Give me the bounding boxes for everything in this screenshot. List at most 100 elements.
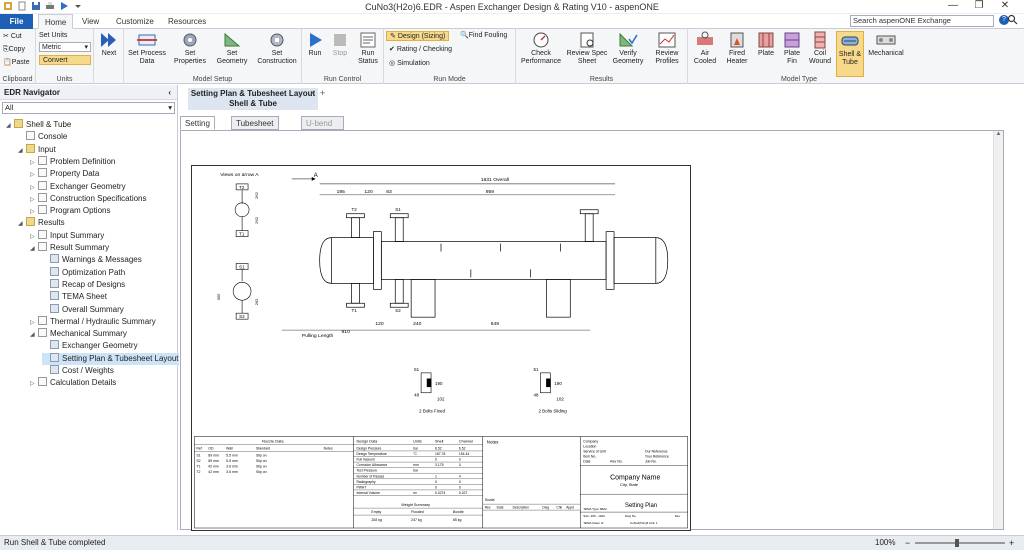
cut-button[interactable]: ✂ Cut — [3, 32, 22, 42]
review-profiles-button[interactable]: Review Profiles — [648, 31, 686, 66]
next-button[interactable]: Next — [96, 31, 122, 58]
ribbon-tabs: File Home View Customize Resources Searc… — [0, 14, 1024, 29]
rev-header: Chk — [556, 506, 562, 510]
collapsed-icon[interactable]: ▷ — [30, 206, 38, 218]
nav-item[interactable]: ◢ Input — [18, 143, 56, 157]
doc-tab-setting-plan[interactable]: Setting Plan & Tubesheet Layout Shell & … — [188, 88, 318, 110]
tab-u-bend-schedule[interactable]: U-bend Schedule — [301, 116, 345, 141]
plate-button[interactable]: Plate — [754, 31, 778, 58]
copy-button[interactable]: ⎘Copy — [3, 45, 25, 55]
rating-checking-button[interactable]: ✔ Rating / Checking — [386, 45, 452, 55]
next-icon — [101, 33, 116, 47]
check-performance-button[interactable]: Check Performance — [518, 31, 564, 66]
run-status-button[interactable]: Run Status — [354, 31, 382, 66]
zoom-slider[interactable] — [915, 539, 1005, 547]
nav-item[interactable]: ▷ Thermal / Hydraulic Summary — [30, 315, 156, 329]
doc-tab-line2: Shell & Tube — [229, 99, 277, 108]
paste-button[interactable]: 📋Paste — [3, 58, 30, 68]
convert-button[interactable]: Convert — [39, 55, 91, 65]
gear-icon — [183, 33, 197, 47]
tab-file[interactable]: File — [0, 14, 33, 29]
tab-view[interactable]: View — [76, 14, 105, 29]
close-icon[interactable]: ✕ — [992, 0, 1018, 11]
expanded-icon[interactable]: ◢ — [18, 145, 26, 157]
expanded-icon[interactable]: ◢ — [18, 218, 26, 230]
table-cell: Design Temperature — [356, 452, 386, 456]
nav-item[interactable]: Cost / Weights — [42, 365, 114, 377]
design-sizing-button[interactable]: ✎ Design (Sizing) — [386, 31, 450, 41]
nav-item[interactable]: Optimization Path — [42, 266, 125, 279]
collapsed-icon[interactable]: ▷ — [30, 317, 38, 329]
nav-item-label: Warnings & Messages — [62, 255, 142, 265]
nav-item[interactable]: TEMA Sheet — [42, 291, 107, 303]
nav-item[interactable]: Overall Summary — [42, 303, 124, 316]
zoom-slider-thumb[interactable] — [955, 539, 959, 547]
units-select[interactable]: Metric ▾ — [39, 42, 91, 52]
fired-heater-button[interactable]: Fired Heater — [722, 31, 752, 66]
nav-item[interactable]: ▷ Problem Definition — [30, 155, 115, 169]
add-tab-icon[interactable]: + — [320, 88, 325, 98]
vertical-scrollbar[interactable]: ▲ — [993, 131, 1003, 529]
expanded-icon[interactable]: ◢ — [6, 120, 14, 132]
nav-item[interactable]: ▷ Construction Specifications — [30, 192, 147, 206]
nav-item[interactable]: Warnings & Messages — [42, 254, 142, 266]
nav-item[interactable]: ◢ Shell & Tube — [6, 119, 71, 131]
restore-icon[interactable]: ❐ — [966, 0, 992, 11]
navigator-filter-select[interactable]: All ▾ — [2, 102, 175, 114]
minimize-icon[interactable]: — — [940, 0, 966, 11]
search-input[interactable]: Search aspenONE Exchange — [850, 15, 994, 27]
nav-item[interactable]: Recap of Designs — [42, 278, 125, 291]
nav-item[interactable]: Exchanger Geometry — [42, 340, 138, 352]
coil-wound-button[interactable]: Coil Wound — [806, 31, 834, 66]
zoom-out-icon[interactable]: − — [905, 536, 910, 550]
collapsed-icon[interactable]: ▷ — [30, 194, 38, 206]
tab-home[interactable]: Home — [38, 14, 74, 29]
collapsed-icon[interactable]: ▷ — [30, 378, 38, 390]
nav-item[interactable]: ▷ Input Summary — [30, 229, 104, 243]
table-cell: 0 — [459, 463, 461, 467]
find-fouling-button[interactable]: 🔍Find Fouling — [460, 31, 507, 41]
set-geometry-button[interactable]: Set Geometry — [212, 31, 252, 66]
nav-item[interactable]: ◢ Result Summary — [30, 242, 109, 254]
review-spec-sheet-button[interactable]: Review Spec Sheet — [566, 31, 608, 66]
air-cooled-button[interactable]: Air Cooled — [690, 31, 720, 66]
tab-customize[interactable]: Customize — [110, 14, 160, 29]
scroll-up-icon[interactable]: ▲ — [994, 131, 1003, 137]
collapse-panel-icon[interactable]: ‹ — [168, 85, 171, 100]
nav-item[interactable]: ◢ Mechanical Summary — [30, 328, 127, 340]
nav-item[interactable]: ▷ Property Data — [30, 168, 99, 180]
units-label: Units — [56, 76, 73, 83]
run-button[interactable]: Run — [304, 31, 326, 58]
collapsed-icon[interactable]: ▷ — [30, 231, 38, 243]
nav-item-label: Result Summary — [50, 243, 110, 252]
collapsed-icon[interactable]: ▷ — [30, 169, 38, 181]
shell-tube-button[interactable]: Shell & Tube — [836, 31, 864, 77]
mechanical-button[interactable]: Mechanical — [866, 31, 906, 58]
search-icon[interactable] — [1007, 14, 1018, 25]
set-process-data-button[interactable]: Set Process Data — [126, 31, 168, 66]
collapsed-icon[interactable]: ▷ — [30, 182, 38, 194]
set-properties-button[interactable]: Set Properties — [170, 31, 210, 66]
expanded-icon[interactable]: ◢ — [30, 243, 38, 255]
close-tab-icon[interactable]: × — [310, 88, 315, 98]
stop-button[interactable]: Stop — [328, 31, 352, 58]
page-icon — [38, 205, 47, 215]
nav-item[interactable]: Console — [18, 131, 67, 143]
tab-tubesheet-layout[interactable]: Tubesheet Layout — [231, 116, 279, 141]
coil-wound-label: Coil Wound — [808, 50, 832, 65]
nav-item[interactable]: ◢ Results — [18, 217, 65, 229]
weight-table-title: Weight Summary — [401, 503, 430, 507]
verify-geometry-button[interactable]: Verify Geometry — [610, 31, 646, 66]
nav-item[interactable]: Setting Plan & Tubesheet Layout — [42, 352, 179, 365]
nav-item[interactable]: ▷ Program Options — [30, 205, 110, 217]
set-construction-button[interactable]: Set Construction — [254, 31, 300, 66]
collapsed-icon[interactable]: ▷ — [30, 157, 38, 169]
nav-item[interactable]: ▷ Calculation Details — [30, 377, 116, 389]
nav-item[interactable]: ▷ Exchanger Geometry — [30, 180, 126, 194]
plate-fin-button[interactable]: Plate Fin — [780, 31, 804, 66]
zoom-in-icon[interactable]: + — [1009, 536, 1014, 550]
tab-resources[interactable]: Resources — [162, 14, 212, 29]
expanded-icon[interactable]: ◢ — [30, 329, 38, 341]
tab-setting-plan[interactable]: Setting Plan — [180, 116, 215, 141]
simulation-button[interactable]: ◎ Simulation — [386, 59, 430, 69]
